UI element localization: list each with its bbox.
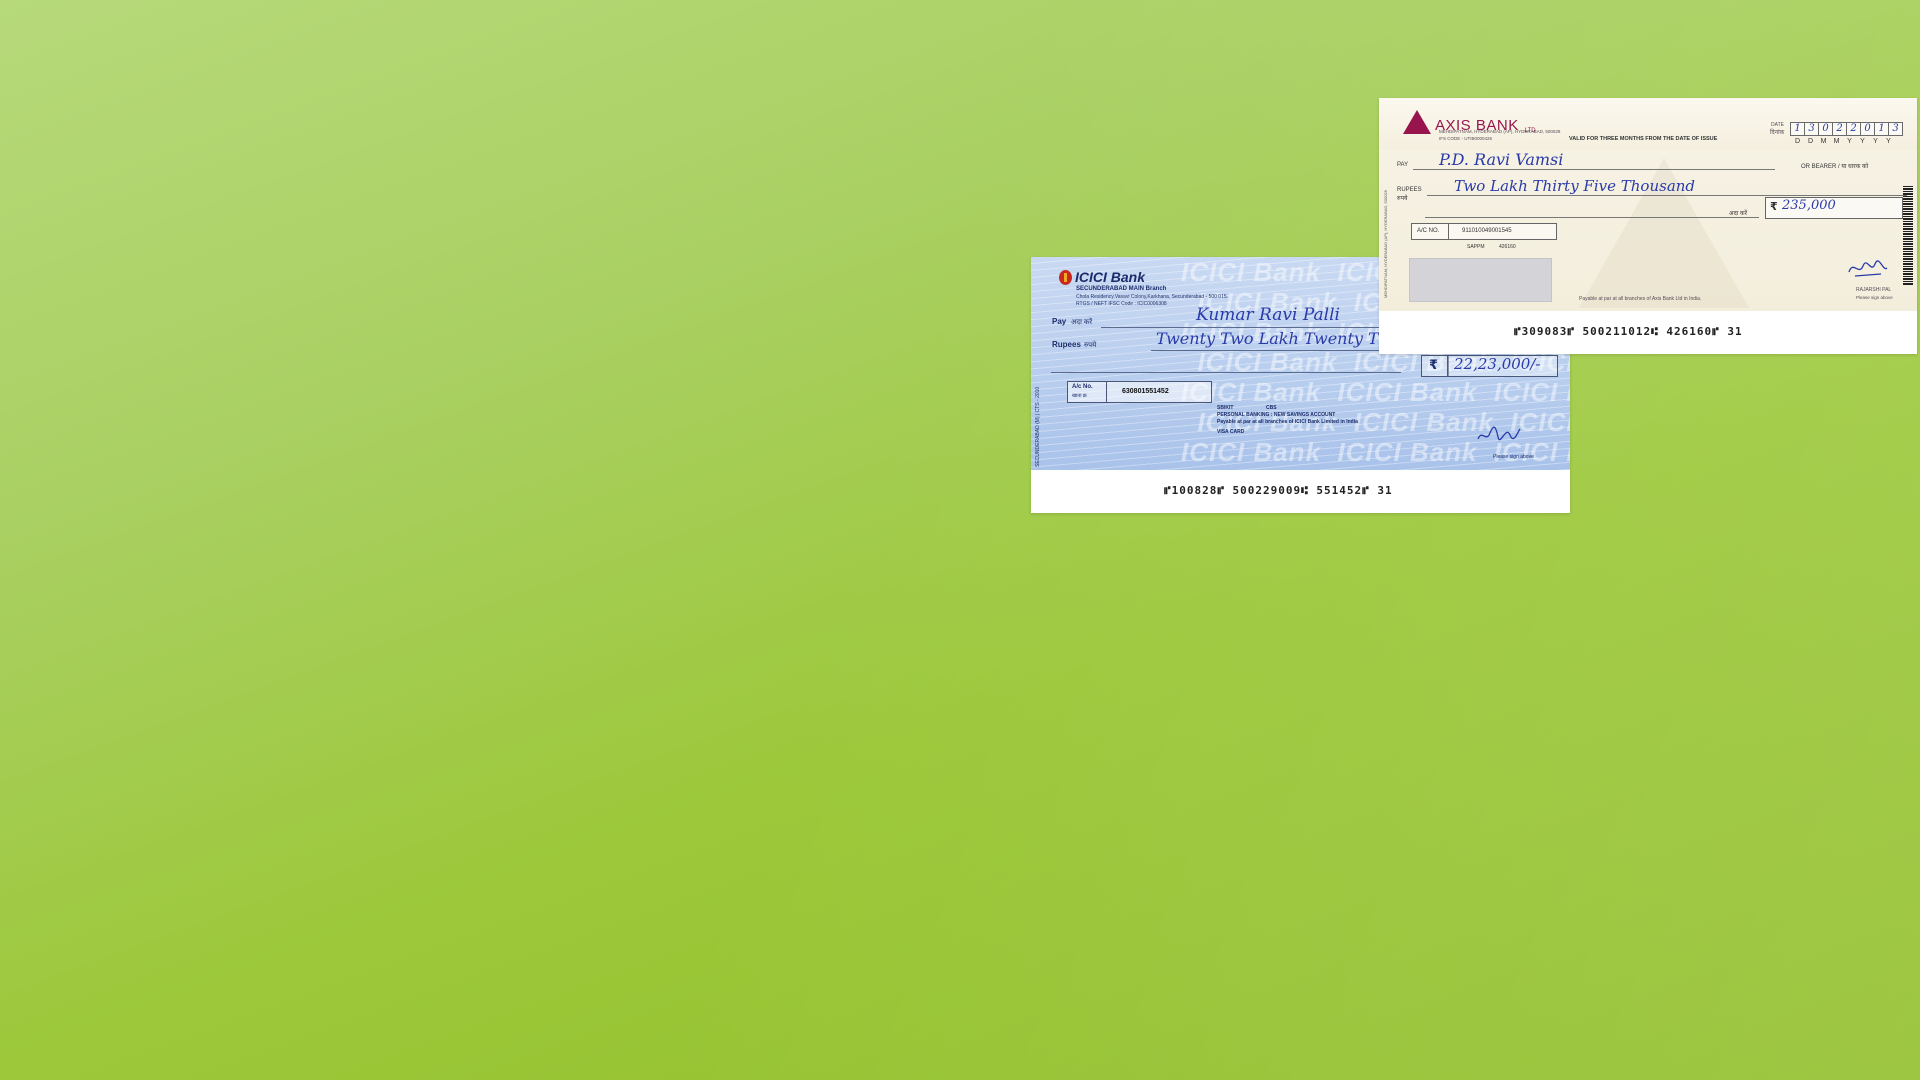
icici-account-type: PERSONAL BANKING : NEW SAVINGS ACCOUNT	[1217, 412, 1336, 418]
axis-sign-note: Please sign above	[1856, 295, 1893, 300]
axis-date-boxes: 1 3 0 2 2 0 1 3	[1790, 122, 1905, 136]
axis-date-format: D D M M Y Y Y Y	[1791, 138, 1895, 145]
icici-payable-note: Payable at par at all branches of ICICI …	[1217, 419, 1358, 425]
date-digit: 1	[1790, 122, 1805, 136]
axis-cheque-image: AXIS BANK LTD MEHDIPATNAM, HYDERABAD (AP…	[1379, 98, 1917, 354]
axis-sub-code: SAPPM	[1467, 244, 1485, 250]
icici-rupee-icon: ₹	[1429, 358, 1439, 373]
icici-address: Chola Residency,Vasavi Colony,Karkhana, …	[1076, 294, 1229, 300]
axis-branch-line: MEHDIPATNAM, HYDERABAD (AP), HYDERABAD, …	[1439, 129, 1561, 134]
axis-rupees-label-hindi: रुपये	[1397, 196, 1408, 202]
icici-amount-words: Twenty Two Lakh Twenty Th	[1156, 329, 1389, 348]
icici-payee: Kumar Ravi Palli	[1196, 305, 1340, 325]
axis-rupee-icon: ₹	[1770, 200, 1778, 213]
date-format-letter: M	[1820, 138, 1827, 145]
axis-bearer-label: OR BEARER / या धारक को	[1801, 164, 1869, 170]
icici-sign-note: Please sign above	[1493, 454, 1534, 460]
date-digit: 0	[1860, 122, 1875, 136]
icici-branch: SECUNDERABAD MAIN Branch	[1076, 286, 1167, 292]
axis-pay-line	[1413, 169, 1775, 170]
date-digit: 2	[1846, 122, 1861, 136]
icici-rupees-label: Rupees	[1052, 340, 1081, 349]
date-format-letter: Y	[1847, 138, 1852, 145]
icici-tag-right: CBS	[1266, 405, 1277, 411]
icici-tag-left: SBIKIT	[1217, 405, 1234, 411]
axis-logo-icon	[1403, 110, 1431, 134]
icici-account-number: 630801551452	[1122, 388, 1169, 395]
axis-payable-note: Payable at par at all branches of Axis B…	[1579, 296, 1702, 302]
icici-logo: ICICI Bank	[1059, 269, 1145, 285]
icici-amount-figures: 22,23,000/-	[1454, 355, 1541, 373]
date-format-letter: D	[1807, 138, 1814, 145]
axis-amount-figures: 235,000	[1782, 198, 1836, 213]
icici-account-box: A/c No. खाता क्र 630801551452	[1067, 381, 1212, 403]
axis-pay-label: PAY	[1397, 162, 1409, 168]
icici-rupees-label-hindi: रुपये	[1084, 342, 1097, 349]
axis-micr-line: ⑈309083⑈ 500211012⑆ 426160⑈ 31	[1514, 325, 1743, 338]
icici-bank-name: ICICI Bank	[1075, 269, 1146, 285]
axis-ifs-line: IFS CODE - UTIB0000426	[1439, 136, 1493, 141]
axis-account-number: 911010049001545	[1462, 228, 1512, 234]
axis-cheque-body: AXIS BANK LTD MEHDIPATNAM, HYDERABAD (AP…	[1379, 98, 1917, 311]
axis-barcode	[1903, 186, 1913, 286]
axis-amount-words: Two Lakh Thirty Five Thousand	[1454, 177, 1696, 195]
axis-validity: VALID FOR THREE MONTHS FROM THE DATE OF …	[1569, 136, 1718, 142]
icici-signature	[1477, 426, 1521, 441]
date-format-letter: Y	[1886, 138, 1891, 145]
axis-rupees-line	[1427, 195, 1907, 196]
icici-pay-label: Pay	[1052, 317, 1067, 326]
axis-signature	[1848, 260, 1888, 277]
axis-account-box: A/C NO. 911010049001545	[1411, 223, 1557, 240]
icici-acno-label-hindi: खाता क्र	[1072, 393, 1087, 399]
axis-acno-divider	[1448, 224, 1449, 239]
icici-logo-icon	[1059, 269, 1072, 285]
axis-payee: P.D. Ravi Vamsi	[1439, 150, 1564, 169]
axis-gray-panel	[1409, 258, 1552, 302]
icici-card-note: VISA CARD	[1217, 429, 1245, 435]
date-digit: 0	[1818, 122, 1833, 136]
icici-side-text: SECUNDERABAD (M) | CTS - 2010	[1035, 386, 1041, 467]
date-digit: 3	[1804, 122, 1819, 136]
axis-rupees-label: RUPEES	[1397, 187, 1422, 193]
axis-acno-label: A/C NO.	[1417, 228, 1440, 234]
icici-rupee-symbol-box: ₹	[1421, 355, 1449, 377]
icici-ifsc: RTGS / NEFT IFSC Code : ICIC0006308	[1076, 301, 1167, 307]
date-format-letter: Y	[1873, 138, 1878, 145]
date-digit: 3	[1888, 122, 1903, 136]
icici-pay-label-hindi: अदा करें	[1071, 319, 1093, 326]
icici-amount-box: 22,23,000/-	[1447, 355, 1558, 377]
axis-ada-karen: अदा करें	[1729, 211, 1748, 217]
date-digit: 2	[1832, 122, 1847, 136]
axis-signer: RAJARSHI PAL	[1856, 287, 1892, 293]
axis-amount-box: ₹ 235,000	[1765, 197, 1903, 219]
date-format-letter: M	[1833, 138, 1840, 145]
date-digit: 1	[1874, 122, 1889, 136]
date-format-letter: D	[1794, 138, 1801, 145]
axis-rupees-line-2	[1425, 217, 1759, 218]
icici-micr-line: ⑈100828⑈ 500229009⑆ 551452⑈ 31	[1164, 484, 1393, 497]
axis-date-label-hindi: दिनांक	[1770, 130, 1785, 136]
icici-rupees-line-2	[1051, 372, 1401, 373]
date-format-letter: Y	[1860, 138, 1865, 145]
axis-sub-code-value: 426160	[1499, 244, 1516, 250]
icici-acno-divider	[1106, 382, 1107, 402]
axis-side-text: MEHDIPATNAM, HYDERABAD (AP), HYDERABAD, …	[1383, 190, 1388, 298]
icici-acno-label: A/c No.	[1072, 384, 1093, 390]
